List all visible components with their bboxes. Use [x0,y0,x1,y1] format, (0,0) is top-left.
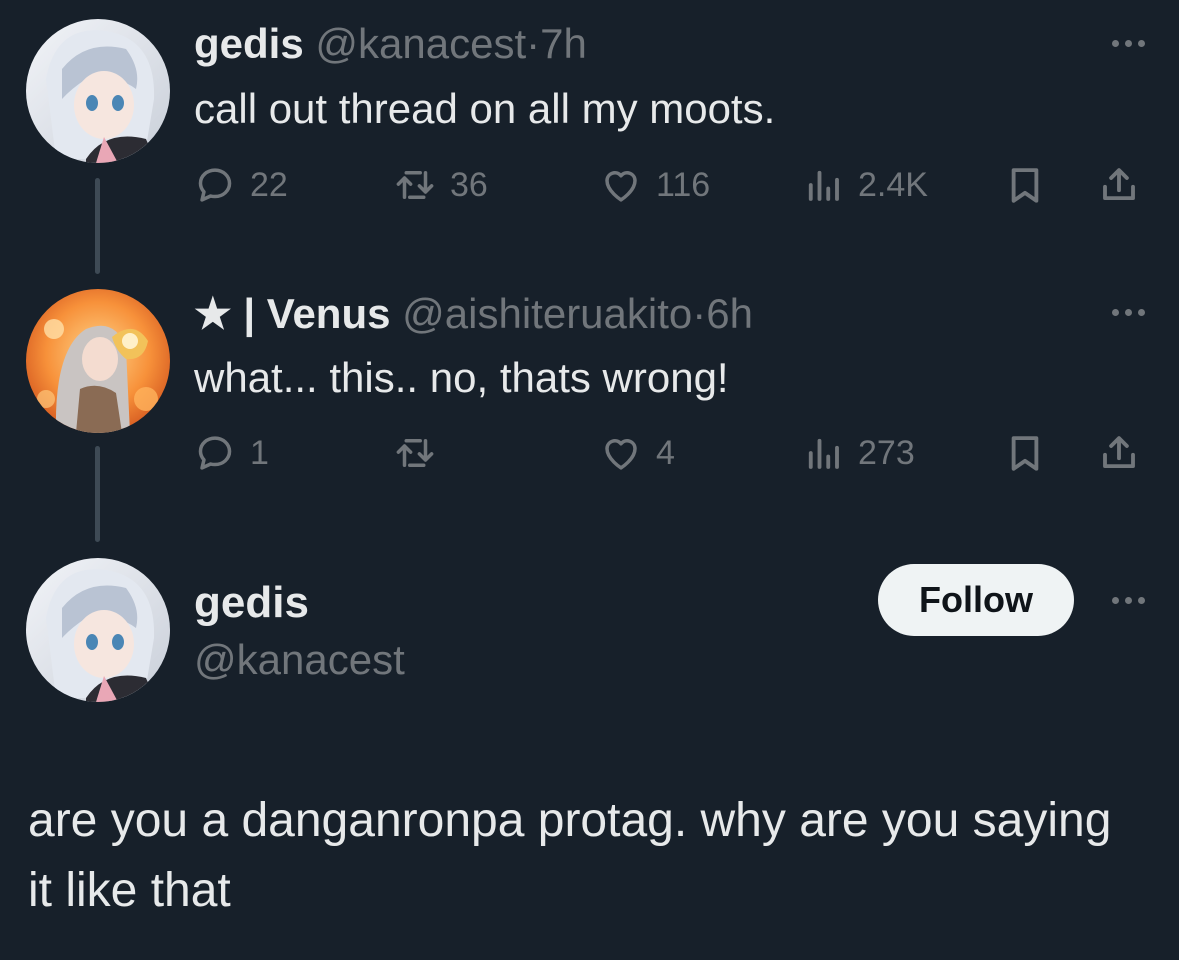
more-icon[interactable] [1112,40,1145,47]
like-count: 116 [656,165,711,204]
user-handle[interactable]: @aishiteruakito [402,290,692,337]
separator: · [692,290,707,337]
display-name-prefix[interactable]: ★ | [194,290,267,337]
avatar[interactable] [26,558,170,702]
repost-count: 36 [450,165,488,204]
avatar[interactable] [26,19,170,163]
avatar[interactable] [26,289,170,433]
reply-icon [194,432,236,474]
heart-icon [600,164,642,206]
tweet-text: what... this.. no, thats wrong! [194,354,729,401]
more-icon[interactable] [1112,309,1145,316]
action-bar: 22 36 116 2.4K [194,164,1154,214]
bookmark-icon [1004,164,1046,206]
views-count: 273 [858,433,915,472]
share-icon [1098,164,1140,206]
user-handle[interactable]: @kanacest [315,20,526,67]
share-button[interactable] [1098,432,1140,474]
tweet-text: are you a danganronpa protag. why are yo… [28,794,1112,917]
repost-button[interactable] [394,432,436,474]
user-handle[interactable]: @kanacest [194,636,405,684]
bookmark-icon [1004,432,1046,474]
repost-button[interactable]: 36 [394,164,488,206]
bookmark-button[interactable] [1004,432,1046,474]
action-bar: 1 4 273 [194,432,1154,482]
reply-count: 1 [250,433,269,472]
tweet-text: call out thread on all my moots. [194,85,776,132]
views-icon [802,164,844,206]
bookmark-button[interactable] [1004,164,1046,206]
views-button[interactable]: 2.4K [802,164,928,206]
more-icon[interactable] [1112,597,1145,604]
reply-button[interactable]: 1 [194,432,269,474]
tweet-header: ★ | Venus @aishiteruakito·6h [194,290,753,338]
like-button[interactable]: 116 [600,164,710,206]
views-count: 2.4K [858,165,928,204]
heart-icon [600,432,642,474]
repost-icon [394,432,436,474]
follow-button[interactable]: Follow [878,564,1074,636]
share-button[interactable] [1098,164,1140,206]
views-icon [802,432,844,474]
tweet-header: gedis @kanacest·7h [194,20,587,68]
reply-icon [194,164,236,206]
display-name[interactable]: gedis [194,578,309,628]
reply-button[interactable]: 22 [194,164,288,206]
thread-line [95,446,100,542]
display-name[interactable]: Venus [267,290,391,337]
timestamp[interactable]: 6h [706,290,753,337]
like-button[interactable]: 4 [600,432,675,474]
display-name[interactable]: gedis [194,20,304,67]
repost-icon [394,164,436,206]
views-button[interactable]: 273 [802,432,915,474]
reply-count: 22 [250,165,288,204]
thread-line [95,178,100,274]
separator: · [526,20,541,67]
share-icon [1098,432,1140,474]
like-count: 4 [656,433,675,472]
timestamp[interactable]: 7h [540,20,587,67]
